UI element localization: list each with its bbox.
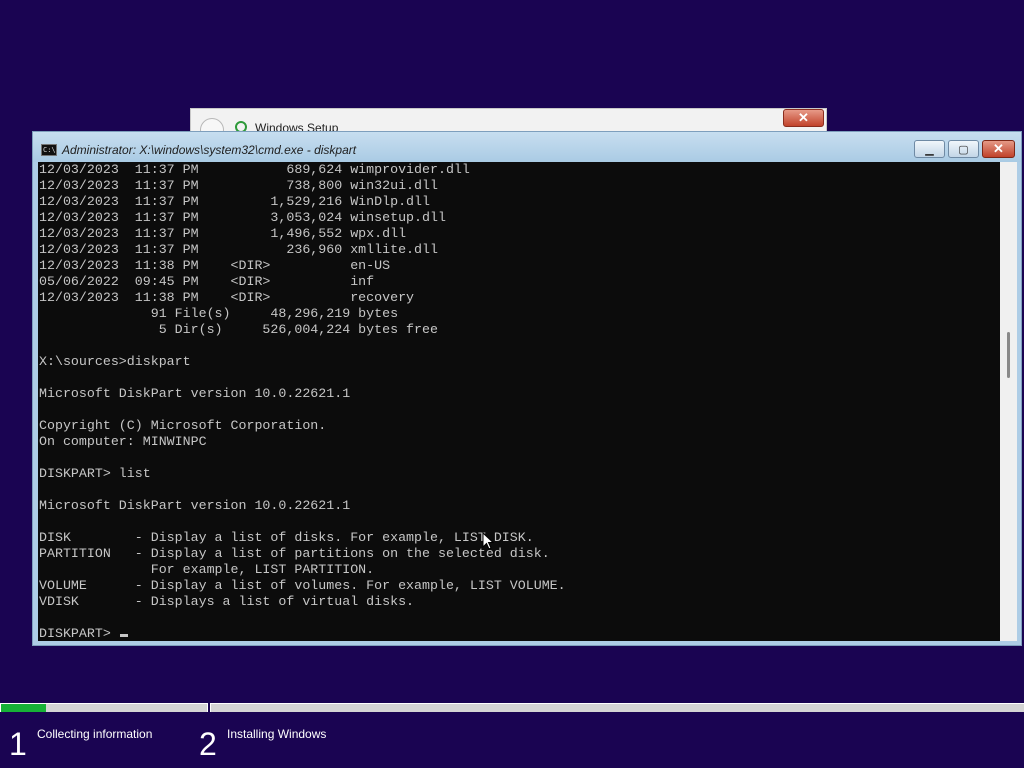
console-line: Copyright (C) Microsoft Corporation. bbox=[39, 418, 327, 433]
cmd-icon: C:\ bbox=[41, 144, 57, 156]
step-label-collecting: Collecting information bbox=[37, 727, 153, 741]
console-line: 05/06/2022 09:45 PM <DIR> inf bbox=[39, 274, 375, 289]
console-line: 5 Dir(s) 526,004,224 bytes free bbox=[39, 322, 438, 337]
close-button[interactable]: ✕ bbox=[982, 140, 1015, 158]
cmd-window-title: Administrator: X:\windows\system32\cmd.e… bbox=[62, 143, 357, 157]
step-number-1: 1 bbox=[9, 726, 27, 762]
progress-segment-installing bbox=[211, 704, 1024, 712]
console-line: DISKPART> list bbox=[39, 466, 151, 481]
console-line: 12/03/2023 11:37 PM 689,624 wimprovider.… bbox=[39, 162, 470, 177]
console-line: DISKPART> bbox=[39, 626, 566, 641]
console-line: For example, LIST PARTITION. bbox=[39, 562, 375, 577]
setup-progress-bar bbox=[0, 703, 1024, 712]
console-line: 12/03/2023 11:38 PM <DIR> recovery bbox=[39, 290, 415, 305]
console-line: Microsoft DiskPart version 10.0.22621.1 bbox=[39, 498, 351, 513]
cmd-titlebar[interactable]: C:\ Administrator: X:\windows\system32\c… bbox=[33, 132, 1021, 162]
console-line: VOLUME - Display a list of volumes. For … bbox=[39, 578, 566, 593]
console-line: 12/03/2023 11:38 PM <DIR> en-US bbox=[39, 258, 391, 273]
scrollbar-thumb[interactable] bbox=[1007, 332, 1010, 378]
progress-divider bbox=[208, 700, 210, 714]
console-line: X:\sources>diskpart bbox=[39, 354, 191, 369]
console-line: 91 File(s) 48,296,219 bytes bbox=[39, 306, 399, 321]
maximize-button[interactable]: ▢ bbox=[948, 140, 979, 158]
mouse-pointer-icon bbox=[482, 532, 494, 550]
console-line: 12/03/2023 11:37 PM 738,800 win32ui.dll bbox=[39, 178, 438, 193]
step-label-installing: Installing Windows bbox=[227, 727, 327, 741]
console-line: Microsoft DiskPart version 10.0.22621.1 bbox=[39, 386, 351, 401]
console-line: 12/03/2023 11:37 PM 3,053,024 winsetup.d… bbox=[39, 210, 446, 225]
step-number-2: 2 bbox=[199, 726, 217, 762]
console-line: On computer: MINWINPC bbox=[39, 434, 207, 449]
console-line: VDISK - Displays a list of virtual disks… bbox=[39, 594, 415, 609]
text-cursor bbox=[119, 634, 128, 637]
console-line: 12/03/2023 11:37 PM 1,529,216 WinDlp.dll bbox=[39, 194, 430, 209]
vertical-scrollbar[interactable] bbox=[1000, 162, 1017, 641]
progress-segment-collecting bbox=[1, 704, 207, 712]
cmd-window[interactable]: C:\ Administrator: X:\windows\system32\c… bbox=[32, 131, 1022, 646]
minimize-button[interactable]: ▁ bbox=[914, 140, 945, 158]
console-text: 12/03/2023 11:37 PM 689,624 wimprovider.… bbox=[39, 162, 566, 641]
setup-close-button[interactable]: ✕ bbox=[783, 109, 824, 127]
console-output[interactable]: 12/03/2023 11:37 PM 689,624 wimprovider.… bbox=[38, 162, 1000, 641]
console-line: 12/03/2023 11:37 PM 1,496,552 wpx.dll bbox=[39, 226, 407, 241]
console-line: 12/03/2023 11:37 PM 236,960 xmllite.dll bbox=[39, 242, 438, 257]
progress-fill bbox=[1, 704, 46, 712]
